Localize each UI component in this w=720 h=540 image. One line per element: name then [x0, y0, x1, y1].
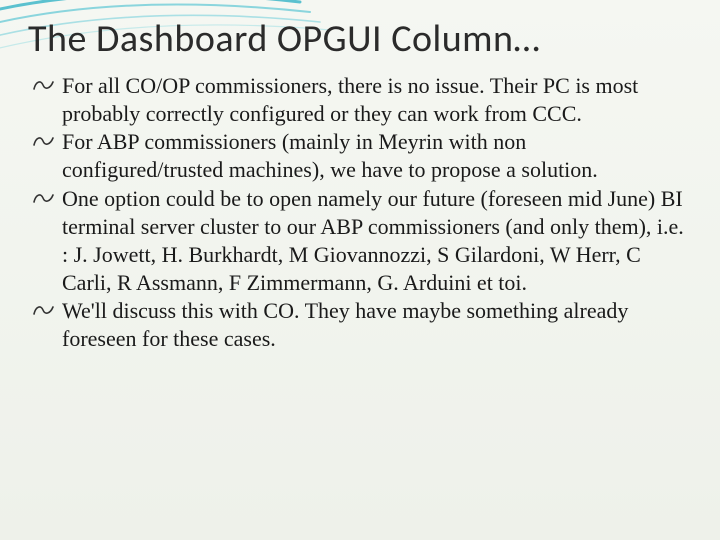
script-bullet-icon: [32, 188, 56, 210]
list-item: We'll discuss this with CO. They have ma…: [32, 297, 692, 353]
bullet-list: For all CO/OP commissioners, there is no…: [28, 72, 692, 354]
script-bullet-icon: [32, 300, 56, 322]
bullet-text: One option could be to open namely our f…: [62, 186, 684, 295]
script-bullet-icon: [32, 75, 56, 97]
bullet-text: We'll discuss this with CO. They have ma…: [62, 298, 628, 351]
list-item: One option could be to open namely our f…: [32, 185, 692, 298]
slide-title: The Dashboard OPGUI Column…: [28, 16, 692, 62]
script-bullet-icon: [32, 131, 56, 153]
list-item: For all CO/OP commissioners, there is no…: [32, 72, 692, 128]
list-item: For ABP commissioners (mainly in Meyrin …: [32, 128, 692, 184]
bullet-text: For ABP commissioners (mainly in Meyrin …: [62, 129, 598, 182]
slide-content: The Dashboard OPGUI Column… For all CO/O…: [0, 0, 720, 354]
bullet-text: For all CO/OP commissioners, there is no…: [62, 73, 638, 126]
